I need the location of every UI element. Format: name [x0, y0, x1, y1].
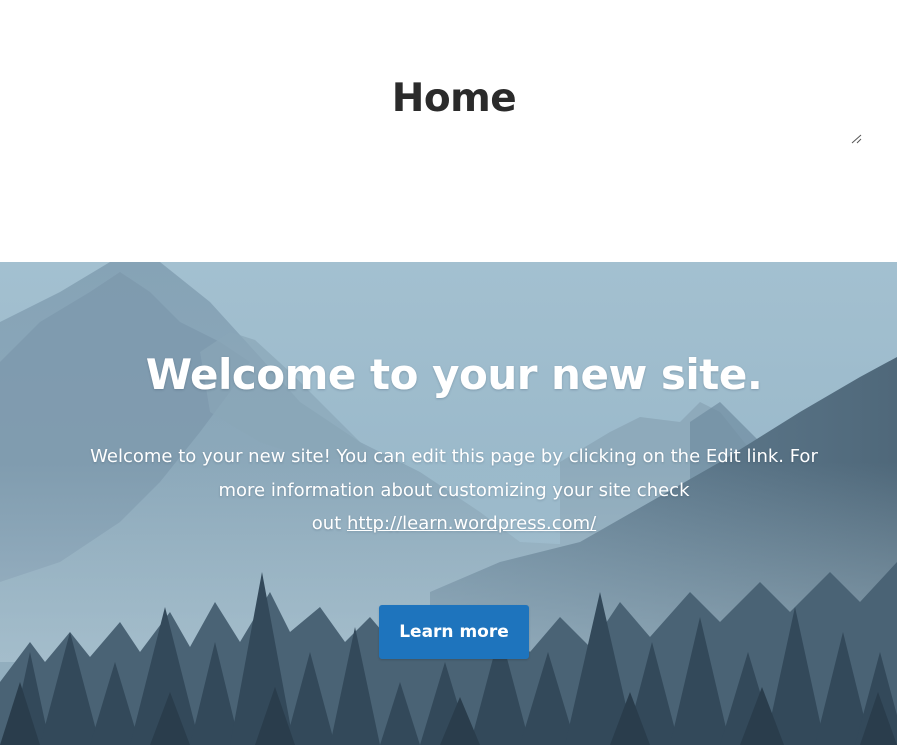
hero-section: Welcome to your new site. Welcome to you… — [0, 262, 897, 745]
page-header: Home — [0, 0, 897, 262]
hero-description-line-2: more information about customizing your … — [218, 479, 690, 501]
page: Home Welcome to your new site. Welcome t… — [0, 0, 897, 745]
hero-description-line-1: Welcome to your new site! You can edit t… — [90, 446, 818, 467]
learn-more-button[interactable]: Learn more — [379, 605, 529, 659]
hero-description: Welcome to your new site! You can edit t… — [82, 440, 826, 541]
hero-content: Welcome to your new site. Welcome to you… — [0, 262, 897, 745]
learn-wordpress-link[interactable]: http://learn.wordpress.com/ — [347, 513, 596, 534]
hero-description-line-3: out http://learn.wordpress.com/ — [82, 507, 826, 541]
resize-grip-icon[interactable] — [850, 134, 862, 144]
page-title: Home — [391, 76, 517, 121]
hero-description-prefix: out — [311, 513, 347, 534]
hero-heading: Welcome to your new site. — [145, 350, 763, 399]
